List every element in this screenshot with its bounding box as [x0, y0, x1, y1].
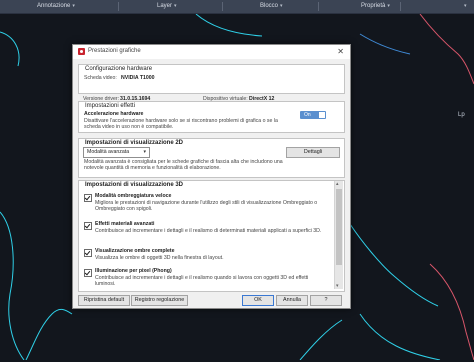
contour-line [25, 308, 73, 361]
triangle-down-icon: ▾ [72, 3, 75, 9]
close-icon[interactable]: ✕ [337, 46, 344, 57]
reset-defaults-button[interactable]: Ripristina default [78, 295, 130, 306]
option-title: Illuminazione per pixel (Phong) [95, 268, 172, 274]
option-title: Visualizzazione ombre complete [95, 248, 175, 254]
chevron-down-icon: ▾ [143, 149, 146, 155]
ribbon-section-block[interactable]: Blocco ▾ [260, 0, 283, 13]
ok-button[interactable]: OK [242, 295, 274, 306]
triangle-down-icon: ▾ [280, 3, 283, 9]
ribbon-section-annotation[interactable]: Annotazione ▾ [37, 0, 75, 13]
autocad-app-icon [78, 48, 85, 55]
hardware-acceleration-toggle[interactable]: On [300, 111, 326, 119]
ribbon-overflow[interactable]: ▾ [462, 0, 467, 13]
contour-line [429, 263, 474, 361]
details-button[interactable]: Dettagli [286, 147, 340, 158]
video-card-label: Scheda video: [84, 75, 117, 81]
viz2d-group-header: Impostazioni di visualizzazione 2D [85, 140, 184, 146]
scroll-up-icon[interactable]: ▴ [336, 181, 339, 187]
hardware-acceleration-description: Disattivare l'accelerazione hardware sol… [84, 118, 278, 131]
toggle-label: On [304, 112, 311, 118]
option-description: Contribuisce ad incrementare i dettagli … [95, 228, 322, 234]
ribbon-divider [400, 2, 401, 11]
scroll-down-icon[interactable]: ▾ [336, 283, 339, 289]
option-description: Visualizza le ombre di oggetti 3D nella … [95, 255, 224, 261]
contour-line [359, 313, 441, 361]
ribbon-section-label: Layer [157, 3, 173, 9]
graphics-performance-dialog: Prestazioni grafiche ✕ Configurazione ha… [72, 44, 351, 309]
fast-shading-checkbox[interactable] [84, 194, 92, 202]
ribbon-section-properties[interactable]: Proprietà ▾ [361, 0, 390, 13]
ribbon-divider [222, 2, 223, 11]
triangle-down-icon: ▾ [387, 3, 390, 9]
ribbon-section-layer[interactable]: Layer ▾ [157, 0, 177, 13]
help-button[interactable]: ? [310, 295, 342, 306]
scrollbar-thumb[interactable] [336, 189, 342, 265]
contour-line [419, 13, 474, 85]
tuning-log-button[interactable]: Registro regolazione [131, 295, 188, 306]
viz2d-group: Impostazioni di visualizzazione 2D Modal… [78, 138, 345, 178]
toggle-knob [319, 112, 325, 118]
option-description: Migliora le prestazioni di navigazione d… [95, 200, 318, 213]
ribbon-panel-bar: Annotazione ▾ Layer ▾ Blocco ▾ Proprietà ▾ ▾ [0, 0, 474, 14]
video-card-value: NVIDIA T1000 [121, 75, 155, 81]
per-pixel-lighting-checkbox[interactable] [84, 269, 92, 277]
hardware-group: Configurazione hardware Scheda video: NV… [78, 64, 345, 94]
option-description: Contribuisce ad incrementare i dettagli … [95, 275, 309, 288]
viz3d-group: Impostazioni di visualizzazione 3D Modal… [78, 180, 345, 292]
ribbon-section-label: Blocco [260, 3, 279, 9]
option-title: Effetti materiali avanzati [95, 221, 155, 227]
contour-line [349, 223, 439, 307]
viz3d-group-header: Impostazioni di visualizzazione 3D [85, 182, 184, 188]
option-title: Modalità ombreggiatura veloce [95, 193, 172, 199]
triangle-down-icon: ▾ [174, 3, 177, 9]
contour-line [0, 31, 20, 67]
ribbon-section-label: Proprietà [361, 3, 386, 9]
viz2d-description: Modalità avanzata è consigliata per le s… [84, 159, 283, 172]
contour-line [195, 13, 263, 37]
dialog-title: Prestazioni grafiche [88, 48, 141, 54]
triangle-down-icon: ▾ [464, 3, 467, 9]
effects-group-header: Impostazioni effetti [85, 103, 135, 109]
advanced-material-checkbox[interactable] [84, 222, 92, 230]
contour-line [359, 33, 411, 55]
viz3d-scrollbar[interactable]: ▴ ▾ [334, 181, 343, 289]
ribbon-divider [318, 2, 319, 11]
dialog-titlebar[interactable]: Prestazioni grafiche ✕ [73, 45, 350, 59]
viz2d-mode-select[interactable]: Modalità avanzata ▾ [83, 147, 150, 158]
contour-line [0, 211, 25, 361]
ribbon-section-label: Annotazione [37, 3, 71, 9]
hardware-acceleration-title: Accelerazione hardware [84, 111, 144, 117]
viewport-label: Lp [458, 112, 465, 118]
cancel-button[interactable]: Annulla [276, 295, 308, 306]
hardware-group-header: Configurazione hardware [85, 66, 153, 72]
select-value: Modalità avanzata [87, 149, 130, 155]
ribbon-divider [118, 2, 119, 11]
contour-line [299, 319, 343, 361]
full-shadows-checkbox[interactable] [84, 249, 92, 257]
